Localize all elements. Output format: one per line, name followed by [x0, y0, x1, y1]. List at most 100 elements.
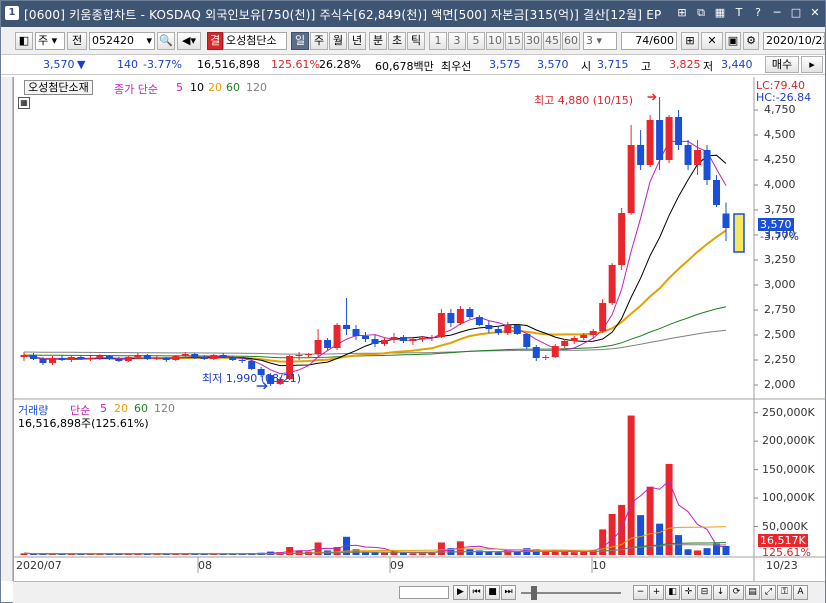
sound-icon[interactable]: ◀▾	[177, 32, 201, 50]
market-select[interactable]: 주 ▾	[35, 32, 65, 50]
minimize-icon[interactable]: ─	[769, 5, 785, 21]
candle-body	[399, 337, 407, 341]
stop-icon[interactable]: ■	[485, 585, 500, 600]
candle-body	[542, 357, 550, 358]
minute-1[interactable]: 1	[429, 32, 447, 50]
candle-body	[646, 120, 654, 165]
fullscreen-icon[interactable]: ⤢	[761, 585, 776, 600]
chart-type-icon[interactable]: ⊞	[681, 32, 699, 50]
candle-body	[532, 347, 540, 358]
vol-tick-label: 50,000K	[762, 519, 808, 533]
settings-icon[interactable]: ⚙	[743, 32, 759, 50]
view-icon[interactable]: ▤	[745, 585, 760, 600]
chart-area[interactable]: 오성첨단소재 종가 단순 5 10 20 60 120 ▦ LC:79.40 H…	[13, 77, 826, 581]
candle-body	[722, 213, 730, 228]
maximize-icon[interactable]: □	[788, 5, 804, 21]
more-button[interactable]: ▸	[801, 56, 823, 73]
minute-3[interactable]: 3	[448, 32, 466, 50]
layout-icon[interactable]: ◧	[15, 32, 33, 50]
buy-button[interactable]: 매수	[765, 56, 799, 73]
candle-body	[124, 357, 132, 361]
down-icon[interactable]: ↓	[713, 585, 728, 600]
candle-body	[305, 354, 313, 355]
price-tick-label: 3,000	[764, 278, 796, 291]
fit-icon[interactable]: ◧	[665, 585, 680, 600]
candle-body	[134, 355, 142, 357]
min-price-label: 최저 1,990 (08/21)	[202, 372, 302, 385]
candle-body	[409, 339, 417, 341]
tile-icon[interactable]: ▦	[712, 5, 728, 21]
ma-legend-60: 60	[226, 81, 240, 94]
help-icon[interactable]: ?	[750, 5, 766, 21]
minute-45[interactable]: 45	[543, 32, 561, 50]
period-month[interactable]: 월	[329, 32, 347, 50]
main-toolbar: ◧ 주 ▾ 전 052420 ▾ 🔍 ◀▾ 결 오성첨단소 일 주 월 년 분 초…	[1, 27, 825, 55]
candle-body	[428, 337, 436, 338]
minute-15[interactable]: 15	[505, 32, 523, 50]
lock-icon[interactable]: ⚿	[777, 585, 792, 600]
max-arrow	[647, 93, 657, 101]
minute-10[interactable]: 10	[486, 32, 504, 50]
quote-bid1: 3,575	[489, 58, 521, 71]
period-week[interactable]: 주	[310, 32, 328, 50]
last-icon[interactable]: ⏭	[501, 585, 516, 600]
volume-bar	[646, 486, 654, 555]
bottom-controls: ▶ ⏮ ■ ⏭ − + ◧ ✛ ⊟ ↓ ⟳ ▤ ⤢ ⚿ A	[13, 581, 825, 603]
period-minute[interactable]: 분	[369, 32, 387, 50]
refresh-icon[interactable]: ⟳	[729, 585, 744, 600]
first-icon[interactable]: ⏮	[469, 585, 484, 600]
candle-body	[656, 120, 664, 160]
period-second[interactable]: 초	[388, 32, 406, 50]
font-icon[interactable]: T	[731, 5, 747, 21]
volume-bar	[466, 549, 474, 555]
minute-60[interactable]: 60	[562, 32, 580, 50]
crosshair-icon[interactable]: ✛	[681, 585, 696, 600]
volume-bar	[542, 551, 550, 555]
text-icon[interactable]: A	[793, 585, 808, 600]
table-icon[interactable]: ▦	[18, 97, 30, 109]
prev-button[interactable]: 전	[67, 32, 87, 50]
zoom-in-icon[interactable]: +	[649, 585, 664, 600]
volume-bar	[409, 553, 417, 555]
quote-bid2: 3,570	[537, 58, 569, 71]
candle-body	[456, 309, 464, 323]
candle-body	[599, 303, 607, 331]
volume-bar	[627, 415, 635, 555]
price-tick-label: 4,500	[764, 128, 796, 141]
candle-body	[618, 213, 626, 265]
stock-name-field: 오성첨단소	[223, 32, 287, 50]
indicator-icon[interactable]: ✕	[701, 32, 723, 50]
volume-bar	[684, 549, 692, 555]
minute-5[interactable]: 5	[467, 32, 485, 50]
split-icon[interactable]: ⊟	[697, 585, 712, 600]
save-icon[interactable]: ▣	[725, 32, 741, 50]
chart-canvas[interactable]	[14, 77, 826, 581]
candle-body	[580, 335, 588, 338]
period-day[interactable]: 일	[291, 32, 309, 50]
custom-period-input[interactable]: 3 ▾	[583, 32, 617, 50]
volume-bar	[561, 551, 569, 555]
copy-window-icon[interactable]: ⧉	[693, 5, 709, 21]
quote-high-label: 고	[641, 60, 652, 73]
candle-body	[143, 355, 151, 359]
zoom-slider[interactable]	[521, 586, 631, 600]
period-tick[interactable]: 틱	[407, 32, 425, 50]
vol-legend-120: 120	[154, 402, 175, 415]
price-tick-label: 4,000	[764, 178, 796, 191]
left-scroll-strip[interactable]	[1, 77, 13, 581]
candle-body	[371, 339, 379, 344]
code-input[interactable]: 052420 ▾	[89, 32, 155, 50]
close-icon[interactable]: ✕	[807, 5, 823, 21]
stock-chip[interactable]: 오성첨단소재	[24, 80, 93, 95]
minute-30[interactable]: 30	[524, 32, 542, 50]
period-year[interactable]: 년	[348, 32, 366, 50]
candle-body	[694, 150, 702, 165]
link-icon[interactable]: ⊞	[674, 5, 690, 21]
date-field[interactable]: 2020/10/23	[763, 32, 825, 50]
search-icon[interactable]: 🔍	[157, 32, 175, 50]
zoom-out-icon[interactable]: −	[633, 585, 648, 600]
scroll-right-icon[interactable]: ▶	[453, 585, 468, 600]
candle-body	[437, 313, 445, 337]
count-field[interactable]: 74/600	[621, 32, 677, 50]
scroll-track[interactable]	[399, 586, 449, 599]
